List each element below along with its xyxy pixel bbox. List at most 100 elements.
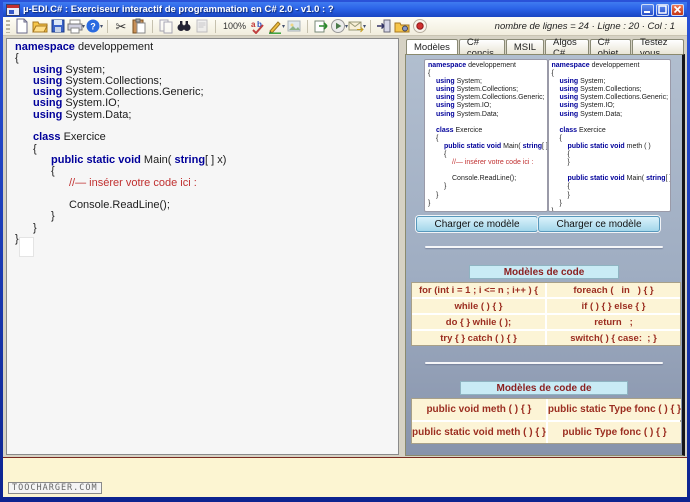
- close-button[interactable]: [671, 4, 684, 16]
- code-line: using System.Collections;: [428, 86, 547, 94]
- code-line: {: [552, 151, 671, 159]
- editor-status-text: nombre de lignes = 24 · Ligne : 20 · Col…: [495, 21, 685, 32]
- output-panel: TOOCHARGER.COM: [3, 457, 687, 497]
- code-line: using System;: [428, 78, 547, 86]
- minimize-button[interactable]: [641, 4, 654, 16]
- right-tab-control: ModèlesC# concisMSILAlgos C#C# objetTest…: [405, 38, 685, 456]
- code-line: {: [428, 135, 547, 143]
- window-frame: µ-EDI.C# : Exerciseur interactif de prog…: [3, 2, 687, 497]
- syntax-check-icon[interactable]: ab: [249, 18, 267, 35]
- code-editor[interactable]: namespace developpement{using System;usi…: [6, 38, 399, 455]
- model-preview-left: namespace developpement{using System;usi…: [424, 59, 548, 212]
- code-line: //— insérer votre code ici :: [15, 178, 398, 189]
- code-template-cell[interactable]: switch( ) { case: ; }: [547, 331, 680, 345]
- code-line: namespace developpement: [15, 42, 398, 53]
- editor-caret: [19, 237, 34, 257]
- code-template-cell[interactable]: public void meth ( ) { }: [412, 399, 546, 420]
- tab-msil[interactable]: MSIL: [506, 39, 544, 54]
- print-icon[interactable]: ▾: [67, 18, 85, 35]
- send-mail-icon[interactable]: ▾: [348, 18, 366, 35]
- image-icon[interactable]: [285, 18, 303, 35]
- preview-icon[interactable]: [193, 18, 211, 35]
- dropdown-arrow-icon[interactable]: ▾: [100, 23, 103, 30]
- divider: [425, 362, 663, 364]
- code-line: public static void meth ( ): [552, 143, 671, 151]
- code-line: public static void Main( string[ ] x): [552, 175, 671, 183]
- code-line: public static void Main( string[ ] x): [15, 155, 398, 166]
- tab-testez-vous[interactable]: Testez vous: [632, 39, 684, 54]
- code-line: class Exercice: [552, 127, 671, 135]
- svg-text:a: a: [251, 20, 256, 29]
- highlighter-icon[interactable]: ▾: [267, 18, 285, 35]
- code-template-cell[interactable]: public static void meth ( ) { }: [412, 422, 546, 443]
- tab-mod-les[interactable]: Modèles: [406, 39, 458, 54]
- open-file-icon[interactable]: [31, 18, 49, 35]
- code-template-cell[interactable]: foreach ( in ) { }: [547, 283, 680, 297]
- code-line: }: [428, 183, 547, 191]
- folder-options-icon[interactable]: [393, 18, 411, 35]
- copy-icon[interactable]: [157, 18, 175, 35]
- main-toolbar: ▾?▾✂100%ab▾▾▾ nombre de lignes = 24 · Li…: [3, 17, 687, 36]
- tab-algos-c-[interactable]: Algos C#: [545, 39, 589, 54]
- exit-icon[interactable]: [375, 18, 393, 35]
- code-template-cell[interactable]: return ;: [547, 315, 680, 329]
- method-models-table: public void meth ( ) { }public static Ty…: [411, 398, 681, 444]
- save-icon[interactable]: [49, 18, 67, 35]
- code-line: class Exercice: [428, 127, 547, 135]
- code-line: }: [552, 208, 671, 212]
- code-template-cell[interactable]: for (int i = 1 ; i <= n ; i++ ) {: [412, 283, 545, 297]
- record-icon[interactable]: [411, 18, 429, 35]
- zoom-level[interactable]: 100%: [223, 21, 246, 31]
- code-models-header: Modèles de code: [469, 265, 619, 279]
- code-line: [428, 167, 547, 175]
- find-icon[interactable]: [175, 18, 193, 35]
- load-model-right-button[interactable]: Charger ce modèle: [538, 216, 660, 232]
- code-line: }: [428, 192, 547, 200]
- code-line: }: [552, 159, 671, 167]
- code-line: Console.ReadLine();: [428, 175, 547, 183]
- toolbar-separator: [215, 20, 216, 33]
- load-buttons-row: Charger ce modèle Charger ce modèle: [411, 216, 677, 232]
- code-line: }: [15, 223, 398, 234]
- code-template-cell[interactable]: try { } catch ( ) { }: [412, 331, 545, 345]
- app-icon: [6, 3, 20, 16]
- code-line: }: [15, 211, 398, 222]
- divider: [425, 246, 663, 248]
- code-template-cell[interactable]: do { } while ( );: [412, 315, 545, 329]
- code-line: [552, 167, 671, 175]
- tab-page-modeles: namespace developpement{using System;usi…: [405, 54, 685, 456]
- code-line: }: [552, 200, 671, 208]
- code-models-table: for (int i = 1 ; i <= n ; i++ ) {foreach…: [411, 282, 681, 346]
- code-line: //— insérer votre code ici :: [428, 159, 547, 167]
- code-line: using System.Collections;: [552, 86, 671, 94]
- code-line: using System.Data;: [15, 110, 398, 121]
- help-icon[interactable]: ?▾: [85, 18, 103, 35]
- code-template-cell[interactable]: if ( ) { } else { }: [547, 299, 680, 313]
- code-line: using System.Collections.Generic;: [428, 94, 547, 102]
- tab-strip: ModèlesC# concisMSILAlgos C#C# objetTest…: [405, 38, 685, 54]
- tab-c-concis[interactable]: C# concis: [459, 39, 505, 54]
- application-window: µ-EDI.C# : Exerciseur interactif de prog…: [0, 0, 690, 502]
- code-line: {: [428, 70, 547, 78]
- title-bar[interactable]: µ-EDI.C# : Exerciseur interactif de prog…: [3, 2, 687, 17]
- code-line: {: [552, 135, 671, 143]
- maximize-button[interactable]: [656, 4, 669, 16]
- code-line: public static void Main( string[ ] x): [428, 143, 547, 151]
- cut-icon[interactable]: ✂: [112, 18, 130, 35]
- code-template-cell[interactable]: while ( ) { }: [412, 299, 545, 313]
- code-template-cell[interactable]: public static Type fonc ( ) { }: [548, 399, 681, 420]
- code-template-cell[interactable]: public Type fonc ( ) { }: [548, 422, 681, 443]
- toolbar-separator: [370, 20, 371, 33]
- run-icon[interactable]: ▾: [330, 18, 348, 35]
- tab-c-objet[interactable]: C# objet: [590, 39, 631, 54]
- paste-icon[interactable]: [130, 18, 148, 35]
- export-icon[interactable]: [312, 18, 330, 35]
- new-file-icon[interactable]: [13, 18, 31, 35]
- dropdown-arrow-icon[interactable]: ▾: [363, 23, 366, 30]
- code-line: {: [428, 151, 547, 159]
- editor-code: namespace developpement{using System;usi…: [7, 39, 398, 245]
- code-line: namespace developpement: [552, 62, 671, 70]
- code-line: }: [552, 192, 671, 200]
- code-line: using System.Data;: [428, 111, 547, 119]
- load-model-left-button[interactable]: Charger ce modèle: [416, 216, 538, 232]
